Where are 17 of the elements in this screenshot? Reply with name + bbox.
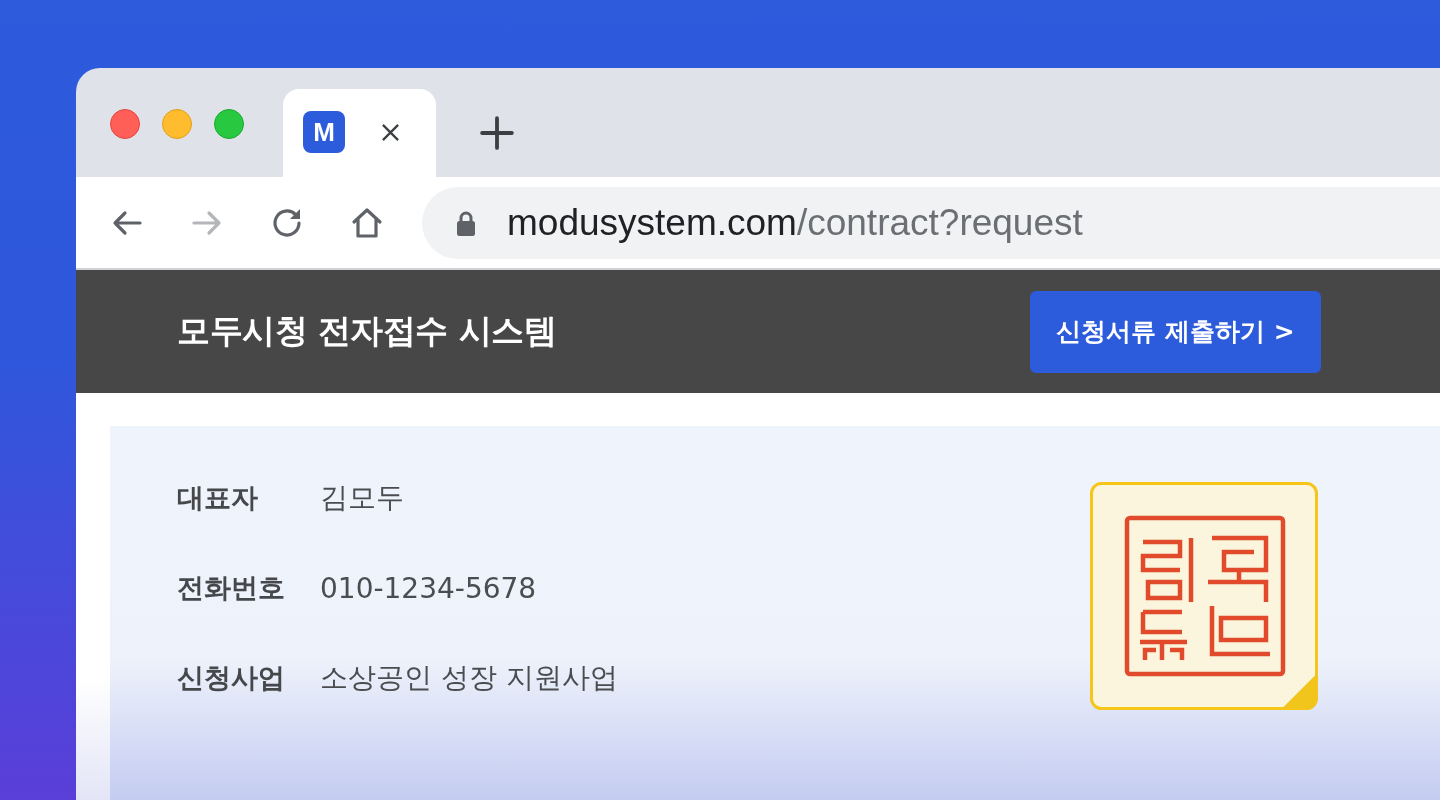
field-value: 소상공인 성장 지원사업 xyxy=(320,660,618,696)
submit-documents-button[interactable]: 신청서류 제출하기 > xyxy=(1030,290,1321,373)
field-label: 대표자 xyxy=(177,481,259,515)
window-close-icon[interactable] xyxy=(110,109,140,139)
plus-icon[interactable] xyxy=(480,116,514,150)
site-title: 모두시청 전자접수 시스템 xyxy=(177,310,557,352)
lock-icon xyxy=(456,209,476,236)
field-value: 김모두 xyxy=(320,480,404,516)
close-icon[interactable] xyxy=(381,123,400,142)
address-bar[interactable]: modusystem.com/contract?request xyxy=(422,186,1440,259)
field-label: 전화번호 xyxy=(177,571,286,605)
browser-tab[interactable]: M xyxy=(283,89,436,177)
reload-icon[interactable] xyxy=(271,206,303,239)
site-favicon: M xyxy=(303,111,345,153)
field-value: 010-1234-5678 xyxy=(320,571,537,605)
field-label: 신청사업 xyxy=(177,661,286,695)
home-icon[interactable] xyxy=(351,206,383,239)
